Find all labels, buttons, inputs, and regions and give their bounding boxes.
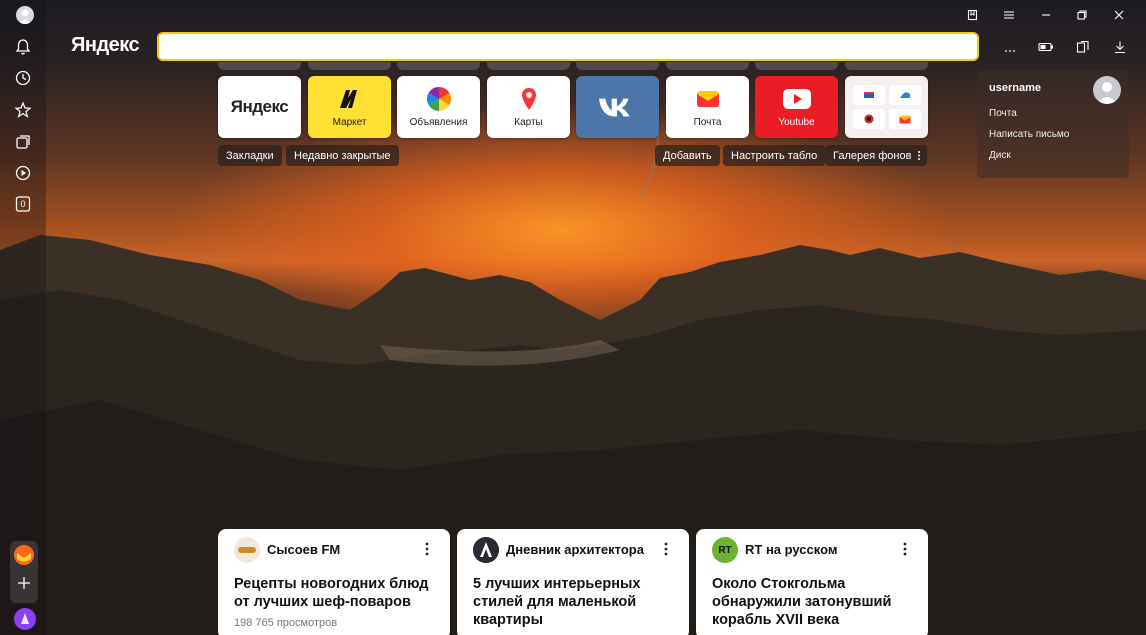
youtube-play-icon <box>782 86 812 112</box>
profile-avatar[interactable] <box>16 6 34 24</box>
profile-link-pochta[interactable]: Почта <box>989 108 1017 119</box>
favorites-star-icon[interactable] <box>12 99 34 121</box>
tile-market[interactable]: Маркет <box>308 76 391 138</box>
ghost-tile <box>666 62 749 70</box>
sysoev-fm-icon <box>234 537 260 563</box>
news-headline[interactable]: 5 лучших интерьерных стилей для маленько… <box>473 575 678 629</box>
bookmark-page-icon[interactable] <box>963 6 983 24</box>
restore-icon[interactable] <box>1072 6 1092 24</box>
search-input[interactable] <box>157 32 979 61</box>
collections-icon[interactable] <box>12 131 34 153</box>
sidebar-bottom-group <box>10 541 38 603</box>
news-source[interactable]: RT на русском <box>745 542 838 557</box>
card-menu-icon[interactable] <box>902 541 908 557</box>
ghost-tile <box>755 62 838 70</box>
tile-folder[interactable] <box>845 76 928 138</box>
background-gallery-button[interactable]: Галерея фонов <box>825 145 927 166</box>
rt-logo-text: RT <box>718 544 732 556</box>
colorwheel-icon <box>426 86 452 112</box>
profile-panel: username Почта Написать письмо Диск <box>977 70 1129 178</box>
tile-label: Карты <box>514 117 543 128</box>
news-headline[interactable]: Около Стокгольма обнаружили затонувший к… <box>712 575 917 629</box>
news-card[interactable]: Сысоев FM Рецепты новогодних блюд от луч… <box>218 529 450 635</box>
tile-vk[interactable] <box>576 76 659 138</box>
ghost-tile <box>576 62 659 70</box>
tile-label: Youtube <box>778 117 815 128</box>
minimize-icon[interactable] <box>1036 6 1056 24</box>
news-headline[interactable]: Рецепты новогодних блюд от лучших шеф-по… <box>234 575 439 611</box>
card-menu-icon[interactable] <box>424 541 430 557</box>
sidebar: 0 <box>0 0 46 635</box>
card-menu-icon[interactable] <box>663 541 669 557</box>
ghost-tile <box>487 62 570 70</box>
tile-karty[interactable]: Карты <box>487 76 570 138</box>
ghost-tile <box>218 62 301 70</box>
customize-dashboard-button[interactable]: Настроить табло <box>723 145 826 166</box>
tile-label: Объявления <box>409 117 468 128</box>
folder-grid <box>852 85 921 129</box>
tile-yandex[interactable]: Яндекс <box>218 76 301 138</box>
counter-badge[interactable]: 0 <box>12 193 34 215</box>
add-tile-button[interactable]: Добавить <box>655 145 720 166</box>
folder-mini-tile <box>852 109 885 129</box>
profile-panel-avatar[interactable] <box>1093 76 1121 104</box>
menu-hamburger-icon[interactable] <box>999 6 1019 24</box>
background-gallery-label: Галерея фонов <box>833 149 912 162</box>
map-pin-icon <box>516 86 542 112</box>
counter-badge-value: 0 <box>20 199 26 209</box>
tile-obyavleniya[interactable]: Объявления <box>397 76 480 138</box>
more-dots-icon[interactable] <box>1000 38 1020 56</box>
news-views: 198 765 просмотров <box>234 617 338 629</box>
notifications-bell-icon[interactable] <box>12 36 34 58</box>
profile-link-disk[interactable]: Диск <box>989 150 1011 161</box>
gallery-more-icon[interactable] <box>915 149 923 162</box>
tile-youtube[interactable]: Youtube <box>755 76 838 138</box>
history-clock-icon[interactable] <box>12 67 34 89</box>
folder-mini-tile <box>888 85 921 105</box>
ghost-tile <box>845 62 928 70</box>
media-play-icon[interactable] <box>12 162 34 184</box>
downloads-icon[interactable] <box>1110 38 1130 56</box>
zen-app-icon[interactable] <box>14 545 34 565</box>
mail-envelope-icon <box>695 86 721 112</box>
battery-saver-icon[interactable] <box>1036 38 1056 56</box>
profile-username: username <box>989 82 1041 94</box>
news-card[interactable]: RT RT на русском Около Стокгольма обнару… <box>696 529 928 635</box>
close-window-icon[interactable] <box>1109 6 1129 24</box>
folder-mini-tile <box>852 85 885 105</box>
rt-logo-icon: RT <box>712 537 738 563</box>
yandex-wordmark: Яндекс <box>230 97 289 116</box>
ghost-tile <box>397 62 480 70</box>
alice-assistant-icon[interactable] <box>14 608 36 630</box>
news-source[interactable]: Дневник архитектора <box>506 542 644 557</box>
collections-toolbar-icon[interactable] <box>1073 38 1093 56</box>
vk-logo-icon <box>597 94 639 120</box>
add-panel-plus-icon[interactable] <box>15 574 33 592</box>
recently-closed-button[interactable]: Недавно закрытые <box>286 145 399 166</box>
tile-label: Маркет <box>332 117 367 128</box>
tile-label: Почта <box>693 117 722 128</box>
folder-mini-tile <box>888 109 921 129</box>
ghost-tile <box>308 62 391 70</box>
market-icon <box>337 86 363 112</box>
yandex-logo[interactable]: Яндекс <box>71 34 140 57</box>
bookmarks-button[interactable]: Закладки <box>218 145 282 166</box>
news-source[interactable]: Сысоев FM <box>267 542 340 557</box>
architect-diary-icon <box>473 537 499 563</box>
tile-pochta[interactable]: Почта <box>666 76 749 138</box>
profile-link-write-letter[interactable]: Написать письмо <box>989 129 1069 140</box>
news-card[interactable]: Дневник архитектора 5 лучших интерьерных… <box>457 529 689 635</box>
